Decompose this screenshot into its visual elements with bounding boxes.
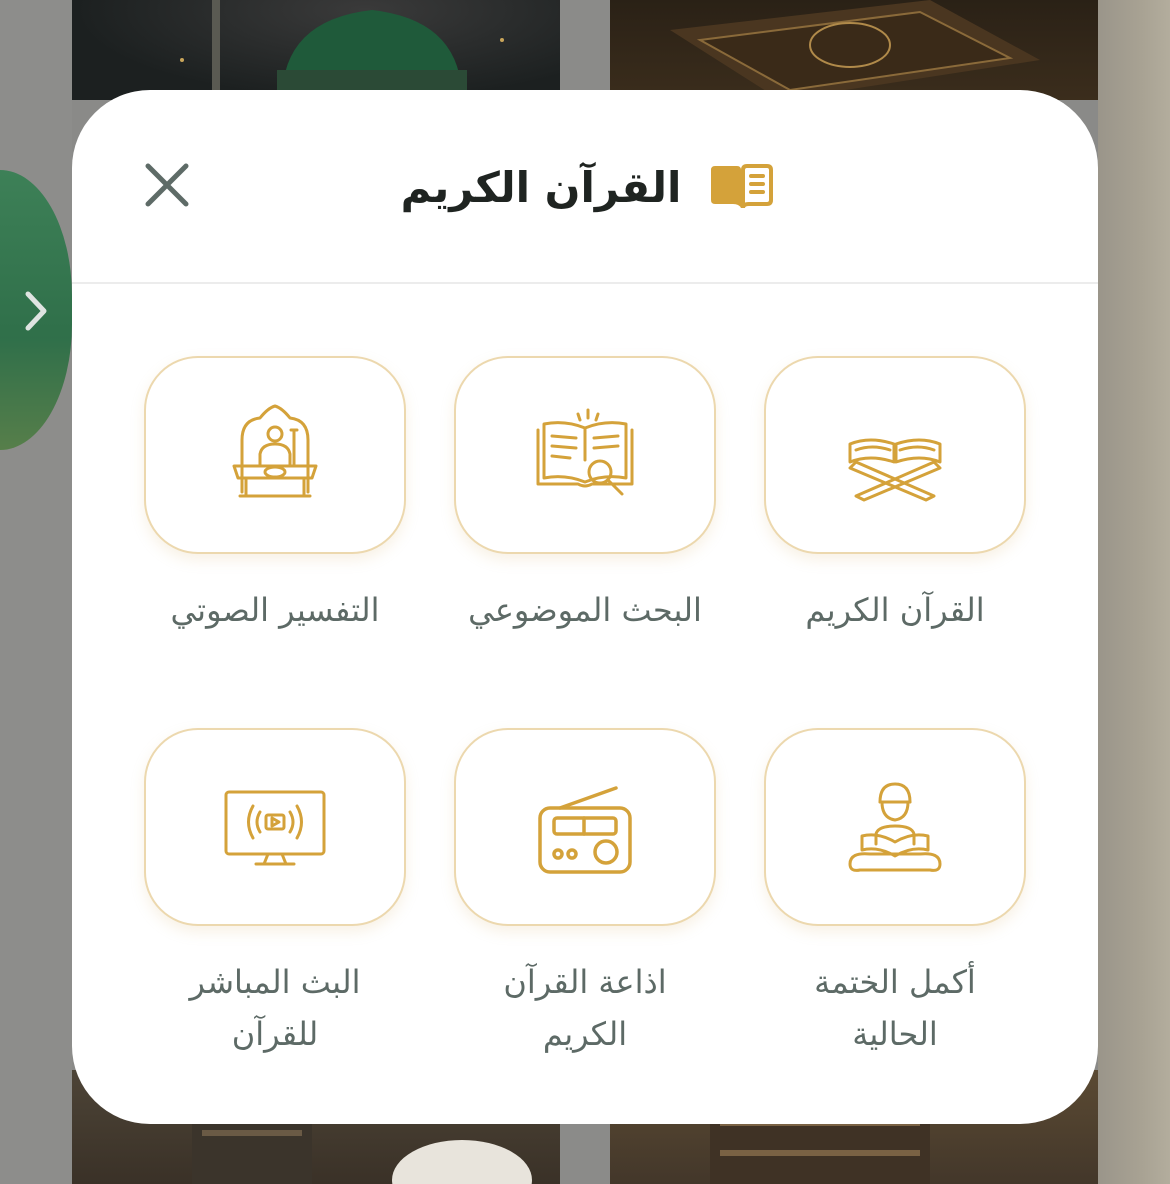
quran-stand-icon xyxy=(848,438,942,502)
menu-item-quran[interactable]: القرآن الكريم xyxy=(764,356,1026,636)
live-tv-icon xyxy=(224,790,326,866)
quran-menu-sheet: القرآن الكريم القرآن الكريم البحث الموضو… xyxy=(72,90,1098,1124)
menu-item-label: اذاعة القرآن الكريم xyxy=(503,963,667,1053)
radio-icon xyxy=(538,786,632,874)
menu-item-quran-radio[interactable]: اذاعة القرآن الكريم xyxy=(454,728,716,1060)
menu-item-topic-search[interactable]: البحث الموضوعي xyxy=(454,356,716,636)
menu-tile[interactable] xyxy=(764,728,1026,926)
chevron-right-icon[interactable] xyxy=(16,286,56,336)
menu-item-label: أكمل الختمة الحالية xyxy=(814,963,976,1053)
background-card-mosque-image xyxy=(72,0,560,100)
menu-item-live-stream[interactable]: البث المباشر للقرآن xyxy=(144,728,406,1060)
sheet-title-group: القرآن الكريم xyxy=(372,152,802,222)
sheet-title: القرآن الكريم xyxy=(400,162,682,212)
menu-item-complete-khatma[interactable]: أكمل الختمة الحالية xyxy=(764,728,1026,1060)
menu-tile[interactable] xyxy=(764,356,1026,554)
background-card-book-image xyxy=(610,0,1098,100)
menu-tile[interactable] xyxy=(454,356,716,554)
menu-tile[interactable] xyxy=(454,728,716,926)
menu-item-label: التفسير الصوتي xyxy=(170,591,380,629)
reading-person-icon xyxy=(848,782,942,872)
sheet-header: القرآن الكريم xyxy=(72,90,1098,284)
menu-tile[interactable] xyxy=(144,728,406,926)
menu-item-label: القرآن الكريم xyxy=(805,591,985,629)
close-icon xyxy=(145,163,189,207)
book-search-icon xyxy=(536,408,634,496)
menu-item-audio-tafsir[interactable]: التفسير الصوتي xyxy=(144,356,406,636)
background-right-strip xyxy=(1098,0,1170,1184)
menu-tile[interactable] xyxy=(144,356,406,554)
close-button[interactable] xyxy=(136,154,198,216)
open-book-icon xyxy=(711,164,774,209)
menu-item-label: البحث الموضوعي xyxy=(468,591,702,629)
menu-item-label: البث المباشر للقرآن xyxy=(189,963,361,1053)
preacher-pulpit-icon xyxy=(232,404,318,498)
